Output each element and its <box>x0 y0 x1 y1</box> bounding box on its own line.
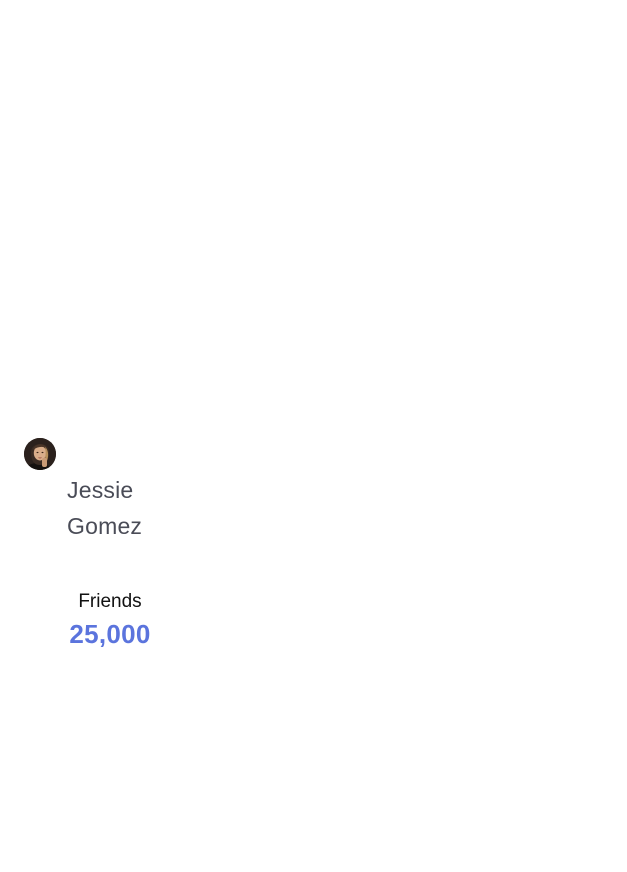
avatar[interactable] <box>24 438 56 470</box>
friends-label: Friends <box>78 591 142 612</box>
friends-stat[interactable]: Friends 25,000 <box>50 588 170 652</box>
last-name: Gomez <box>67 513 143 539</box>
profile-card: Jessie Gomez Friends 25,000 <box>0 0 627 872</box>
profile-name: Jessie Gomez <box>67 472 177 544</box>
user-photo-icon <box>24 438 56 470</box>
first-name: Jessie <box>67 477 134 503</box>
friends-count: 25,000 <box>69 619 151 649</box>
